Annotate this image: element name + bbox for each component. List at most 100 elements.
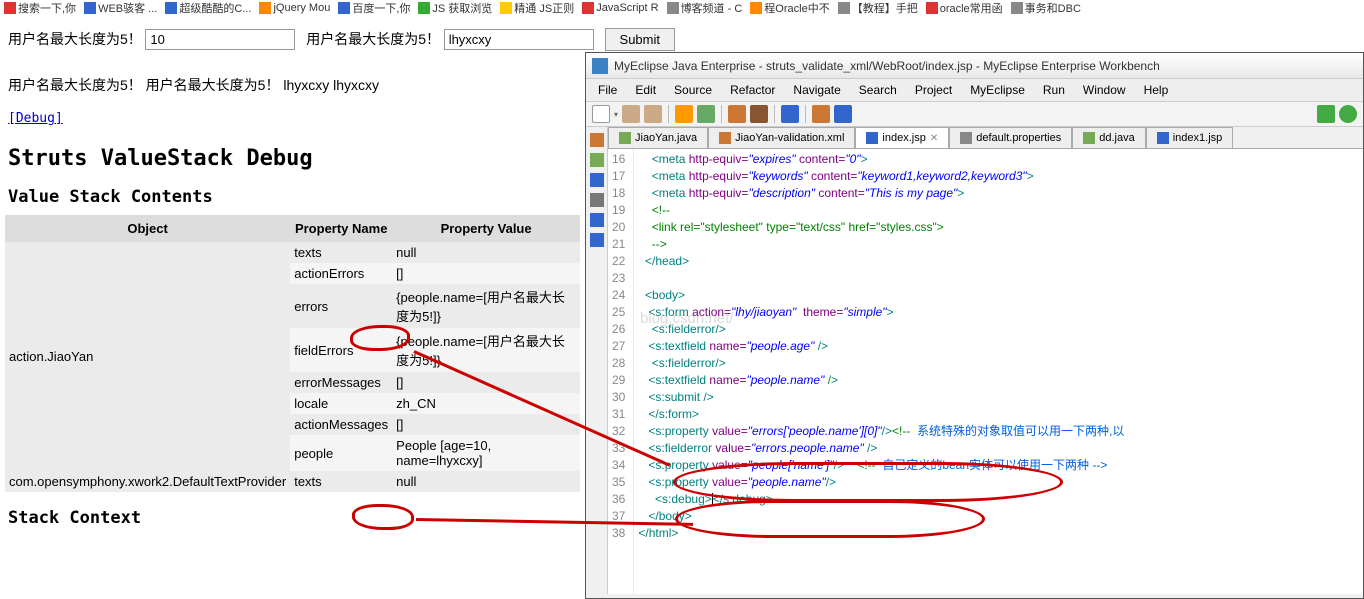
menu-edit[interactable]: Edit [627,81,664,99]
table-row: com.opensymphony.xwork2.DefaultTextProvi… [5,471,580,492]
gutter-icon[interactable] [590,193,604,207]
gutter-icon[interactable] [590,213,604,227]
bookmark-icon [750,2,762,14]
gutter-icon[interactable] [590,133,604,147]
menu-help[interactable]: Help [1136,81,1177,99]
cell-prop-name: people [290,435,392,471]
editor-tab[interactable]: JiaoYan-validation.xml [708,127,855,148]
submit-button[interactable]: Submit [605,28,675,51]
form-label-1: 用户名最大长度为5！ [8,31,142,47]
bookmark-item[interactable]: oracle常用函 [926,0,1003,16]
bookmark-item[interactable]: JavaScript R [582,0,658,16]
file-icon [619,132,631,144]
gutter-icon[interactable] [590,173,604,187]
debug-icon[interactable] [1317,105,1335,123]
input-name[interactable] [444,29,594,50]
close-icon[interactable]: ✕ [930,133,938,144]
input-age[interactable] [145,29,295,50]
bookmark-icon [418,2,430,14]
cell-prop-name: errorMessages [290,372,392,393]
gutter-icon[interactable] [590,233,604,247]
new-icon[interactable] [592,105,610,123]
menu-window[interactable]: Window [1075,81,1134,99]
cell-prop-name: errors [290,284,392,328]
table-row: action.JiaoYantextsnull [5,242,580,263]
tool-icon[interactable] [812,105,830,123]
bookmark-item[interactable]: JS 获取浏览 [418,0,492,16]
myeclipse-icon [592,58,608,74]
bookmark-icon [500,2,512,14]
cell-prop-value: [] [392,372,580,393]
bookmark-icon [667,2,679,14]
run-icon[interactable] [1339,105,1357,123]
bookmark-item[interactable]: 博客频道 - C [667,0,743,16]
cell-prop-name: actionErrors [290,263,392,284]
editor-tab[interactable]: JiaoYan.java [608,127,708,148]
bookmark-icon [4,2,16,14]
cell-prop-value: null [392,471,580,492]
bookmark-item[interactable]: WEB骇客 ... [84,0,157,16]
tool-icon[interactable] [697,105,715,123]
bookmark-item[interactable]: 程Oracle中不 [750,0,829,16]
tool-icon[interactable] [675,105,693,123]
bookmark-icon [838,2,850,14]
editor-area[interactable]: 1617181920212223242526272829303132333435… [608,149,1363,594]
menu-myeclipse[interactable]: MyEclipse [962,81,1033,99]
file-icon [1083,132,1095,144]
menu-search[interactable]: Search [851,81,905,99]
save-all-icon[interactable] [644,105,662,123]
cell-prop-name: texts [290,471,392,492]
ide-title: MyEclipse Java Enterprise - struts_valid… [614,59,1160,73]
cell-prop-value: [] [392,414,580,435]
editor-tab[interactable]: index1.jsp [1146,127,1234,148]
bookmark-icon [165,2,177,14]
ide-window: MyEclipse Java Enterprise - struts_valid… [585,52,1364,599]
cell-prop-value: zh_CN [392,393,580,414]
editor-tab[interactable]: index.jsp✕ [855,127,949,148]
bookmark-icon [582,2,594,14]
col-object: Object [5,215,290,242]
cell-prop-name: actionMessages [290,414,392,435]
menu-source[interactable]: Source [666,81,720,99]
code-content[interactable]: <meta http-equiv="expires" content="0"> … [634,149,1128,594]
bookmark-icon [1011,2,1023,14]
debug-link[interactable]: [Debug] [0,99,71,138]
col-prop-value: Property Value [392,215,580,242]
menu-project[interactable]: Project [907,81,960,99]
server-icon[interactable] [750,105,768,123]
deploy-icon[interactable] [728,105,746,123]
cell-prop-value: [] [392,263,580,284]
menu-refactor[interactable]: Refactor [722,81,783,99]
menu-file[interactable]: File [590,81,625,99]
line-numbers: 1617181920212223242526272829303132333435… [608,149,634,594]
editor-tab[interactable]: default.properties [949,127,1072,148]
cell-object: action.JiaoYan [5,242,290,471]
cell-prop-value: {people.name=[用户名最大长度为5!]} [392,284,580,328]
bookmark-item[interactable]: 百度一下,你 [338,0,410,16]
bookmark-icon [259,2,271,14]
file-icon [866,132,878,144]
cell-prop-value: {people.name=[用户名最大长度为5!]} [392,328,580,372]
menu-run[interactable]: Run [1035,81,1073,99]
editor-tab[interactable]: dd.java [1072,127,1145,148]
bookmark-icon [926,2,938,14]
bookmark-item[interactable]: 搜索一下,你 [4,0,76,16]
bookmark-item[interactable]: 【教程】手把 [838,0,918,16]
bookmark-item[interactable]: 事务和DBC [1011,0,1081,16]
menu-navigate[interactable]: Navigate [785,81,848,99]
cell-prop-name: locale [290,393,392,414]
file-icon [960,132,972,144]
cell-object: com.opensymphony.xwork2.DefaultTextProvi… [5,471,290,492]
ide-menubar: FileEditSourceRefactorNavigateSearchProj… [586,79,1363,102]
bookmark-item[interactable]: 精通 JS正则 [500,0,574,16]
save-icon[interactable] [622,105,640,123]
cell-prop-value: null [392,242,580,263]
bookmark-item[interactable]: jQuery Mou [259,0,330,16]
browser-icon[interactable] [781,105,799,123]
cell-prop-value: People [age=10, name=lhyxcxy] [392,435,580,471]
ide-titlebar[interactable]: MyEclipse Java Enterprise - struts_valid… [586,53,1363,79]
file-icon [719,132,731,144]
gutter-icon[interactable] [590,153,604,167]
bookmark-item[interactable]: 超级酷酷的C... [165,0,251,16]
tool-icon[interactable] [834,105,852,123]
